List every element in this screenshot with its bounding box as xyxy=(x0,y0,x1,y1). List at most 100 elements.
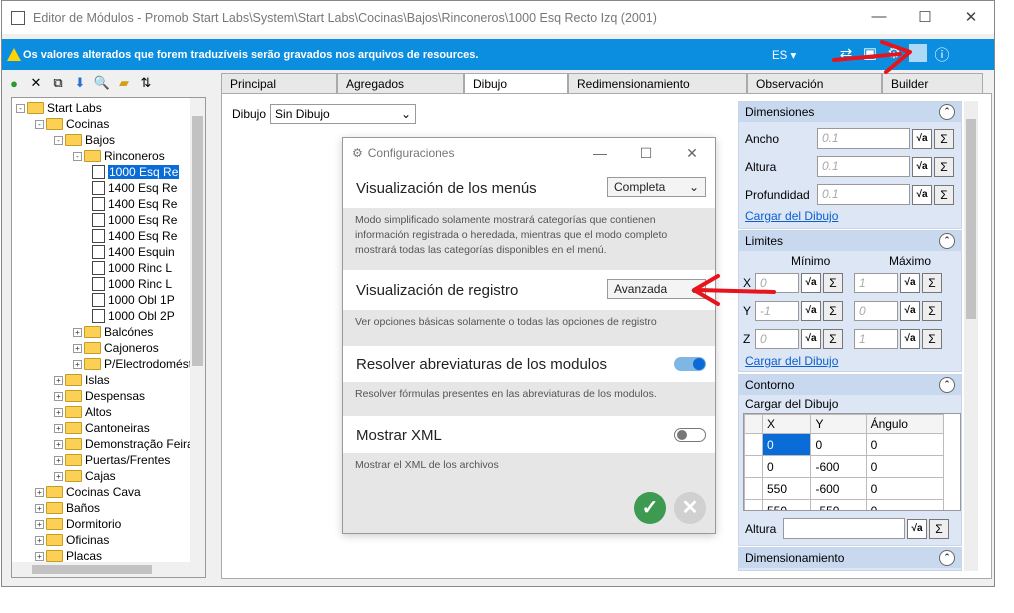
tree-item[interactable]: + Demonstração Feira xyxy=(54,436,194,452)
formula-icon[interactable]: √a xyxy=(801,301,821,321)
tree-vscroll[interactable] xyxy=(190,98,205,577)
expand-icon[interactable]: + xyxy=(35,503,44,513)
tree-item[interactable]: + Cantoneiras xyxy=(54,420,150,436)
ancho-input[interactable]: 0.1 xyxy=(817,128,910,149)
dialog-maximize-button[interactable]: ☐ xyxy=(623,138,669,168)
formula-icon[interactable]: √a xyxy=(801,329,821,349)
expand-icon[interactable]: + xyxy=(73,327,82,337)
tree-item[interactable]: + Oficinas xyxy=(35,532,109,548)
xml-toggle[interactable] xyxy=(674,428,706,442)
find-icon[interactable]: 🔍 xyxy=(94,75,110,91)
help-icon[interactable]: ⓘ xyxy=(933,44,951,64)
sum-icon[interactable]: Σ xyxy=(929,518,949,539)
import-icon[interactable]: ⬇ xyxy=(72,75,88,91)
tree-item[interactable]: - Cocinas xyxy=(35,116,109,132)
formula-icon[interactable]: √a xyxy=(912,128,932,149)
altura-input[interactable]: 0.1 xyxy=(817,156,910,177)
cancel-button[interactable]: ✕ xyxy=(674,492,706,524)
abreviaturas-toggle[interactable] xyxy=(674,357,706,371)
tree-item[interactable]: + Baños xyxy=(35,500,100,516)
sum-icon[interactable]: Σ xyxy=(823,329,843,349)
tree-item[interactable]: 1000 Rinc L xyxy=(92,276,172,292)
collapse-icon[interactable]: - xyxy=(16,103,25,113)
expand-icon[interactable]: + xyxy=(54,391,63,401)
tree-item[interactable]: 1000 Obl 1P xyxy=(92,292,175,308)
altura-input[interactable] xyxy=(783,518,905,539)
expand-icon[interactable]: + xyxy=(54,423,63,433)
sum-icon[interactable]: Σ xyxy=(934,184,954,205)
tab-agregados[interactable]: Agregados xyxy=(337,73,464,94)
expand-icon[interactable]: + xyxy=(73,343,82,353)
collapse-icon[interactable]: ⌃ xyxy=(939,233,955,249)
cell[interactable]: 550 xyxy=(761,477,812,500)
maximize-button[interactable]: ☐ xyxy=(902,1,948,32)
cell[interactable]: 0 xyxy=(810,433,867,456)
expand-icon[interactable]: + xyxy=(54,375,63,385)
expand-icon[interactable]: + xyxy=(35,519,44,529)
tree-item[interactable]: - Bajos xyxy=(54,132,115,148)
cell[interactable]: 0 xyxy=(865,477,945,500)
dialog-minimize-button[interactable]: — xyxy=(577,138,623,168)
profundidad-input[interactable]: 0.1 xyxy=(817,184,910,205)
tree-item[interactable]: 1400 Esq Re xyxy=(92,196,177,212)
language-select[interactable]: ES ▾ xyxy=(772,48,796,62)
expand-icon[interactable]: + xyxy=(35,535,44,545)
tree-item[interactable]: - Start Labs xyxy=(16,100,102,116)
tree-item[interactable]: 1000 Esq Re xyxy=(92,212,177,228)
tree-item[interactable]: + Despensas xyxy=(54,388,145,404)
cell[interactable]: -600 xyxy=(810,455,867,478)
table-row[interactable]: 0 -600 0 xyxy=(744,455,945,478)
contorno-grid[interactable]: X Y Ángulo 000 0 -600 0 550 -600 0 550 -550 0 xyxy=(743,413,961,511)
tree-item[interactable]: + P/Electrodomést xyxy=(73,356,192,372)
tree-item[interactable]: + Cajoneros xyxy=(73,340,159,356)
dibujo-select[interactable]: Sin Dibujo ⌄ xyxy=(270,104,417,124)
sum-icon[interactable]: Σ xyxy=(823,301,843,321)
collapse-icon[interactable]: - xyxy=(54,135,63,145)
cell[interactable]: 0 xyxy=(761,433,812,456)
sum-icon[interactable]: Σ xyxy=(934,156,954,177)
minimize-button[interactable]: — xyxy=(856,1,902,32)
tree-item[interactable]: + Puertas/Frentes xyxy=(54,452,170,468)
tree-item[interactable]: + Cajas xyxy=(54,468,116,484)
close-button[interactable]: ✕ xyxy=(948,1,994,32)
tree-item[interactable]: 1000 Obl 2P xyxy=(92,308,175,324)
y-max-input[interactable]: 0 xyxy=(854,301,898,321)
formula-icon[interactable]: √a xyxy=(907,518,927,539)
table-row[interactable]: 000 xyxy=(744,433,945,456)
sum-icon[interactable]: Σ xyxy=(922,273,942,293)
cell[interactable]: -550 xyxy=(810,499,867,510)
tree-item[interactable]: - Rinconeros xyxy=(73,148,165,164)
tree-item[interactable]: 1400 Esq Re xyxy=(92,228,177,244)
tree-item[interactable]: 1000 Rinc L xyxy=(92,260,172,276)
sort-icon[interactable]: ⇅ xyxy=(138,75,154,91)
copy-icon[interactable]: ⧉ xyxy=(50,75,66,91)
delete-icon[interactable]: ✕ xyxy=(28,75,44,91)
add-icon[interactable]: ● xyxy=(6,75,22,91)
tree-item[interactable]: + Balcónes xyxy=(73,324,153,340)
ok-button[interactable]: ✓ xyxy=(634,492,666,524)
tree-item[interactable]: + Cocinas Cava xyxy=(35,484,141,500)
expand-icon[interactable]: + xyxy=(35,551,44,561)
formula-icon[interactable]: √a xyxy=(900,329,920,349)
tab-redimensionamiento[interactable]: Redimensionamiento xyxy=(568,73,747,94)
cell[interactable]: 0 xyxy=(865,499,945,510)
collapse-icon[interactable]: - xyxy=(73,151,82,161)
tree-hscroll[interactable] xyxy=(12,562,205,577)
expand-icon[interactable]: + xyxy=(35,487,44,497)
cell[interactable]: 0 xyxy=(865,433,945,456)
collapse-icon[interactable]: - xyxy=(35,119,44,129)
expand-icon[interactable]: + xyxy=(54,455,63,465)
cargar-dibujo-link[interactable]: Cargar del Dibujo xyxy=(745,354,838,368)
tree-item[interactable]: 1400 Esq Re xyxy=(92,180,177,196)
panel-scrollbar[interactable] xyxy=(964,101,978,571)
expand-icon[interactable]: + xyxy=(54,407,63,417)
formula-icon[interactable]: √a xyxy=(801,273,821,293)
tree-item[interactable]: + Altos xyxy=(54,404,112,420)
tree-item[interactable]: 1000 Esq Re xyxy=(92,164,180,180)
menus-select[interactable]: Completa ⌄ xyxy=(607,177,706,197)
sum-icon[interactable]: Σ xyxy=(922,329,942,349)
tree-item[interactable]: + Dormitorio xyxy=(35,516,121,532)
z-max-input[interactable]: 1 xyxy=(854,329,898,349)
tab-principal[interactable]: Principal xyxy=(221,73,337,94)
x-max-input[interactable]: 1 xyxy=(854,273,898,293)
